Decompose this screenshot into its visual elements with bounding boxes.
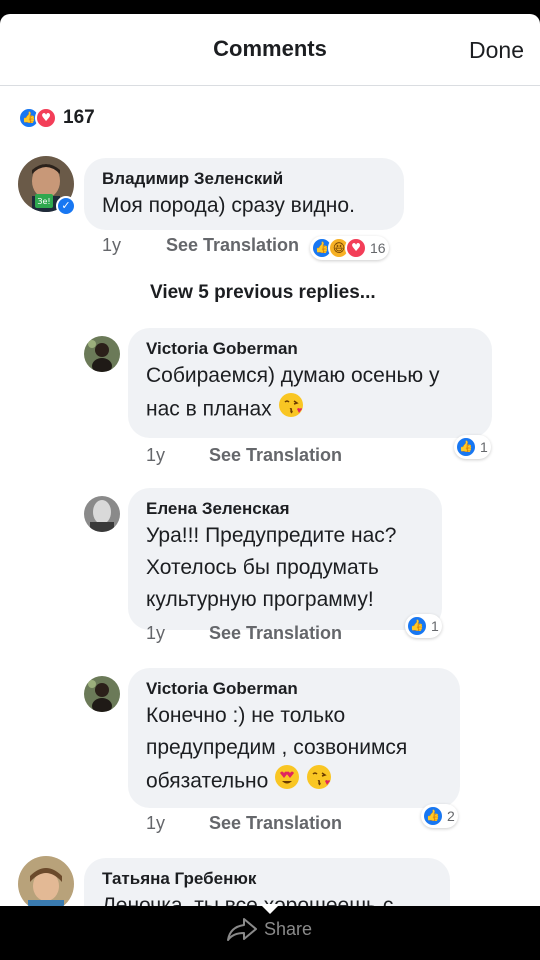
comment-text: Моя порода) сразу видно. xyxy=(102,194,355,217)
comment-bubble[interactable]: Елена Зеленская Ура!!! Предупредите нас?… xyxy=(128,488,442,630)
comment-author[interactable]: Victoria Goberman xyxy=(146,678,444,700)
see-translation-link[interactable]: See Translation xyxy=(209,623,342,644)
love-icon: ♥ xyxy=(35,107,57,129)
page-title: Comments xyxy=(213,36,327,61)
comment-reactions[interactable]: 👍 1 xyxy=(454,435,491,459)
comment-reactions[interactable]: 👍 😆 ♥ 16 xyxy=(310,236,389,260)
like-icon: 👍 xyxy=(406,615,428,637)
see-translation-link[interactable]: See Translation xyxy=(209,445,342,466)
see-translation-link[interactable]: See Translation xyxy=(209,813,342,834)
comment-text: обязательно xyxy=(146,764,444,800)
like-icon: 👍 xyxy=(455,436,477,458)
reaction-total: 167 xyxy=(63,107,95,128)
avatar-logo-text: Зе! xyxy=(37,197,50,206)
comment-reactions[interactable]: 👍 1 xyxy=(405,614,442,638)
view-previous-replies-link[interactable]: View 5 previous replies... xyxy=(150,282,376,304)
bottom-bar: Share xyxy=(0,904,540,960)
comment-time: 1y xyxy=(146,813,166,833)
comment-text: Конечно :) не только xyxy=(146,704,346,727)
avatar[interactable] xyxy=(84,496,120,532)
comment-reactions[interactable]: 👍 2 xyxy=(421,804,458,828)
reaction-count: 1 xyxy=(431,618,439,634)
like-icon: 👍 xyxy=(422,805,444,827)
kiss-emoji-icon xyxy=(278,392,304,428)
kiss-emoji-icon xyxy=(306,764,332,800)
comment-text: культурную программу! xyxy=(146,588,374,611)
comment-author[interactable]: Татьяна Гребенюк xyxy=(102,868,434,890)
comment-bubble[interactable]: Владимир Зеленский Моя порода) сразу вид… xyxy=(84,158,404,230)
comment-text: Хотелось бы продумать xyxy=(146,556,379,579)
comment-author[interactable]: Victoria Goberman xyxy=(146,338,476,360)
comment-text-line: нас в планах xyxy=(146,397,272,421)
share-label: Share xyxy=(264,918,313,939)
comments-sheet: Comments Done 👍 ♥ 167 Зе! ✓ Владимир Зел… xyxy=(0,14,540,906)
see-translation-link[interactable]: See Translation xyxy=(166,235,299,256)
avatar[interactable] xyxy=(84,336,120,372)
reaction-count: 16 xyxy=(370,240,386,256)
reaction-count: 2 xyxy=(447,808,455,824)
comment-meta: 1y See Translation xyxy=(146,623,446,647)
comment-bubble[interactable]: Татьяна Гребенюк Леночка, ты все хорошее… xyxy=(84,858,450,906)
comment-time: 1y xyxy=(146,445,166,465)
share-icon xyxy=(227,918,257,941)
comment-time: 1y xyxy=(102,235,122,255)
comment-text: Ура!!! Предупредите нас? xyxy=(146,524,397,547)
comment-bubble[interactable]: Victoria Goberman Конечно :) не только п… xyxy=(128,668,460,808)
share-button[interactable]: Share xyxy=(226,916,312,942)
sheet-notch xyxy=(260,904,280,914)
comment-bubble[interactable]: Victoria Goberman Собираемся) думаю осен… xyxy=(128,328,492,438)
comment-text: Собираемся) думаю осенью у xyxy=(146,364,440,387)
comment-meta: 1y See Translation xyxy=(146,445,446,469)
avatar[interactable] xyxy=(84,676,120,712)
comment-meta: 1y See Translation xyxy=(146,813,446,837)
comment-author[interactable]: Елена Зеленская xyxy=(146,498,426,520)
comment-text: предупредим , созвонимся xyxy=(146,736,408,759)
comment-text: нас в планах xyxy=(146,392,476,428)
love-icon: ♥ xyxy=(345,237,367,259)
avatar[interactable] xyxy=(18,856,74,906)
comment-author[interactable]: Владимир Зеленский xyxy=(102,168,388,190)
heart-eyes-emoji-icon xyxy=(274,764,300,800)
comment-text-line: обязательно xyxy=(146,769,269,793)
reaction-count: 1 xyxy=(480,439,488,455)
done-button[interactable]: Done xyxy=(469,37,524,64)
reaction-summary[interactable]: 👍 ♥ 167 xyxy=(18,106,95,130)
comment-time: 1y xyxy=(146,623,166,643)
verified-icon: ✓ xyxy=(56,196,76,216)
header: Comments Done xyxy=(0,14,540,86)
